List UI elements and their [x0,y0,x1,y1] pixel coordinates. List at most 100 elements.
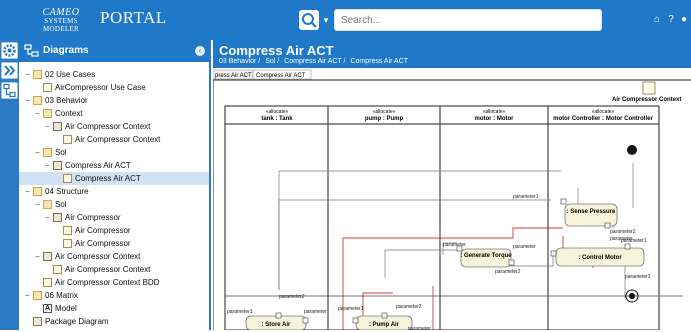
tree-icon [3,83,16,98]
collapse-sidebar-button[interactable]: ‹ [195,46,205,56]
diagrams-icon [24,44,39,57]
object-flows [278,163,634,298]
cameo-logo[interactable]: CAMEO SYSTEMS MODELER [28,8,94,34]
toggle-collapse-icon[interactable]: – [24,289,31,302]
activity-icon [53,161,62,170]
partition-stereotype: «allocate» [483,109,506,115]
diagrams-sidebar: Diagrams ‹ – 02 Use Cases AirCompressor … [19,40,211,330]
folder-icon [43,200,52,209]
context-label: Air Compressor Context [612,97,681,103]
toggle-collapse-icon[interactable]: – [24,185,31,198]
action-control-motor[interactable]: : Control Motor [555,247,645,267]
breadcrumb-item[interactable]: Compress Air ACT [350,58,408,65]
param-label: parameter2 [495,269,521,275]
action-label: : Generate Torque [460,253,512,259]
folder-icon [43,109,52,118]
toggle-collapse-icon[interactable]: – [34,146,41,159]
tree-item-package-diagram[interactable]: Package Diagram [19,315,209,328]
tree-item-label: Air Compressor Context [55,252,141,261]
toggle-collapse-icon[interactable]: – [34,107,41,120]
tree-item-label: Air Compressor Context [75,135,161,144]
tree-item-air-compressor-diagram[interactable]: Air Compressor [19,237,209,250]
param-label: parameter [513,244,536,250]
tree-item-02-use-cases[interactable]: – 02 Use Cases [19,68,209,81]
tree-item-sol[interactable]: – Sol [19,198,209,211]
param-label: parameter [408,326,431,330]
search-button[interactable] [299,10,319,30]
tree-item-air-compressor-context-block[interactable]: – Air Compressor Context [19,120,209,133]
expand-panel-button[interactable] [1,62,18,79]
toggle-collapse-icon[interactable]: – [34,198,41,211]
diagram-tab-label: press Air ACT [215,73,252,79]
toggle-collapse-icon[interactable]: – [44,120,51,133]
folder-icon [33,96,42,105]
param-label: parameter [304,309,327,315]
user-icon[interactable]: ● [678,13,690,27]
context-icon [642,81,656,95]
initial-node[interactable] [627,145,637,155]
home-icon[interactable]: ⌂ [651,13,663,27]
tree-item-air-compressor-diagram[interactable]: Air Compressor [19,224,209,237]
partition-stereotype: «allocate» [373,109,396,115]
tree-item-label: Model [55,304,77,313]
sidebar-header: Diagrams ‹ [19,40,209,62]
double-chevron-icon [4,65,16,76]
tree-item-label: 06 Matrix [45,291,78,300]
tree-item-air-compressor-block[interactable]: – Air Compressor [19,211,209,224]
action-label: : Control Motor [578,255,622,261]
diagram-icon [63,239,72,248]
toggle-collapse-icon[interactable]: – [44,159,51,172]
partition-name: pump : Pump [365,116,404,122]
tree-item-label: Sol [55,200,67,209]
toggle-collapse-icon[interactable]: – [34,250,41,263]
block-icon [53,122,62,131]
tree-item-air-compressor-context-diagram[interactable]: Air Compressor Context [19,133,209,146]
diagrams-tree-button[interactable] [1,82,18,99]
partition-name: tank : Tank [261,116,293,122]
partition-name: motor : Motor [475,116,515,122]
activity-diagram: press Air ACT Compress Air ACT Air Compr… [212,69,691,332]
action-label: : Store Air [262,322,291,328]
breadcrumb-item[interactable]: Sol / [265,58,279,65]
help-icon[interactable]: ? [665,13,677,27]
search-scope-dropdown[interactable]: ▾ [320,11,332,29]
tree-item-model[interactable]: A Model [19,302,209,315]
tree-item-label: Air Compressor Context BDD [55,278,160,287]
action-generate-torque[interactable]: : Generate Torque [460,248,512,268]
search-input[interactable] [334,9,602,31]
page-title: Compress Air ACT [219,43,334,58]
toggle-collapse-icon[interactable]: – [24,68,31,81]
tree-item-04-structure[interactable]: – 04 Structure [19,185,209,198]
tree-item-label: Air Compressor Context [65,122,151,131]
tree-item-label: Sol [55,148,67,157]
toggle-collapse-icon[interactable]: – [44,211,51,224]
tree-item-context[interactable]: – Context [19,107,209,120]
diagram-tab-label: Compress Air ACT [256,73,306,79]
tree-item-aircompressor-use-case[interactable]: AirCompressor Use Case [19,81,209,94]
tree-item-air-compressor-context-diagram[interactable]: Air Compressor Context [19,263,209,276]
toggle-collapse-icon[interactable]: – [24,94,31,107]
activity-diagram-canvas[interactable]: press Air ACT Compress Air ACT Air Compr… [212,68,691,332]
tree-item-label: Air Compressor [75,226,131,235]
left-toolbar [0,40,19,330]
tree-item-air-compressor-context-bdd[interactable]: Air Compressor Context BDD [19,276,209,289]
settings-button[interactable] [1,42,18,59]
tree-item-label: 02 Use Cases [45,70,96,79]
breadcrumb-item[interactable]: 03 Behavior / [219,58,260,65]
tree-item-air-compressor-context-block[interactable]: – Air Compressor Context [19,250,209,263]
tree-item-sol[interactable]: – Sol [19,146,209,159]
control-flows [342,227,594,330]
action-label: : Sense Pressure [567,209,616,215]
param-label: parameter1 [513,194,539,200]
param-label: parameter1 [338,306,364,312]
tree-item-compress-air-act-diagram[interactable]: Compress Air ACT [19,172,209,185]
tree-item-06-matrix[interactable]: – 06 Matrix [19,289,209,302]
diagram-icon [63,135,72,144]
tree-item-label: Package Diagram [45,317,109,326]
block-icon [43,252,52,261]
partition-stereotype: «allocate» [266,109,289,115]
tree-item-compress-air-act-activity[interactable]: – Compress Air ACT [19,159,209,172]
chevron-down-icon: ▾ [323,15,329,25]
breadcrumb-item[interactable]: Compress Air ACT / [284,58,345,65]
tree-item-03-behavior[interactable]: – 03 Behavior [19,94,209,107]
